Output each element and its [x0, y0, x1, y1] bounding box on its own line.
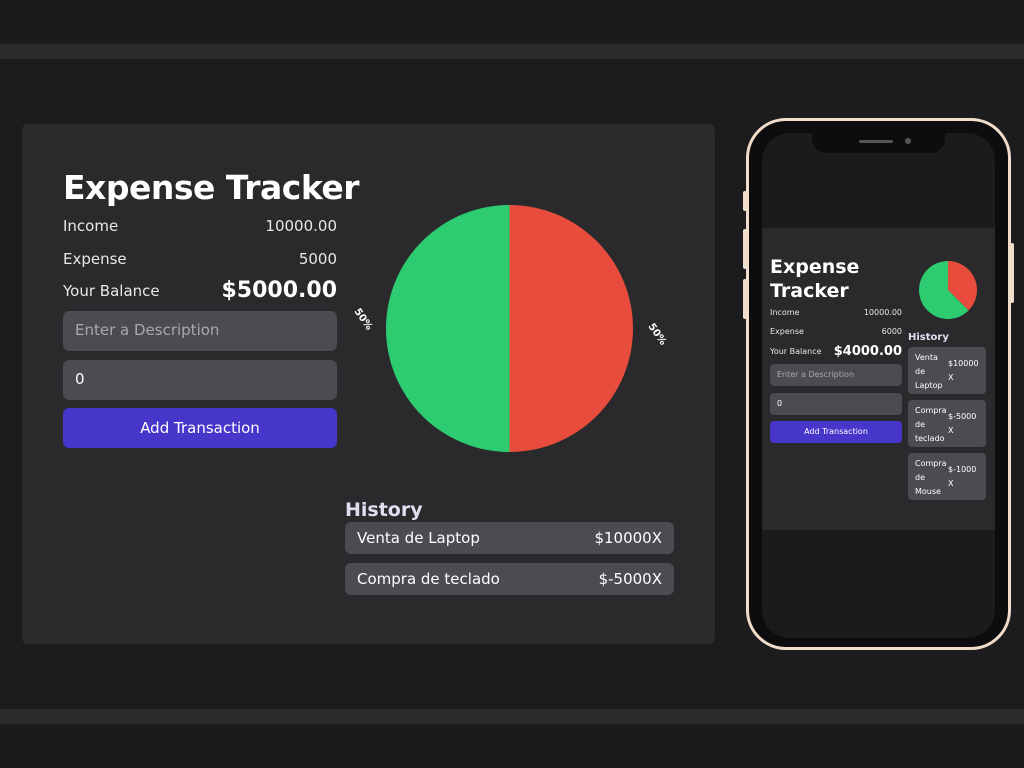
history-item-description: Venta de Laptop [357, 529, 480, 547]
mobile-balance-label: Your Balance [770, 347, 822, 356]
mobile-history-item-description: Compra de teclado [915, 406, 947, 443]
mobile-app-title: Expense Tracker [770, 256, 860, 302]
income-label: Income [63, 217, 119, 235]
phone-volume-up-button [743, 229, 747, 269]
balance-label: Your Balance [63, 282, 160, 300]
mobile-expense-row: Expense 6000 [770, 327, 902, 339]
history-item-amount[interactable]: $-5000X [599, 570, 662, 588]
mobile-amount-input[interactable]: 0 [770, 393, 902, 415]
mobile-income-label: Income [770, 308, 800, 317]
pie-slice-income [386, 205, 510, 452]
expense-row: Expense 5000 [63, 250, 337, 272]
amount-input[interactable]: 0 [63, 360, 337, 400]
bottom-band [0, 724, 1024, 768]
mobile-history-item-amount[interactable]: $-5000 X [948, 410, 984, 438]
pie-right-percent: 50% [645, 321, 669, 348]
camera-icon [905, 138, 911, 144]
phone-mute-button [743, 191, 747, 211]
mobile-description-input[interactable]: Enter a Description [770, 364, 902, 386]
expense-label: Expense [63, 250, 127, 268]
speaker-icon [859, 140, 893, 143]
history-item-amount[interactable]: $10000X [594, 529, 662, 547]
history-item-description: Compra de teclado [357, 570, 500, 588]
mobile-app-card: Expense Tracker Income 10000.00 Expense … [762, 228, 995, 530]
income-expense-pie-chart [386, 205, 633, 452]
mobile-history-item-description: Venta de Laptop [915, 353, 943, 390]
mobile-income-expense-pie-chart [919, 261, 977, 319]
mobile-add-transaction-button[interactable]: Add Transaction [770, 421, 902, 443]
phone-screen: Expense Tracker Income 10000.00 Expense … [762, 133, 995, 638]
phone-volume-down-button [743, 279, 747, 319]
income-row: Income 10000.00 [63, 217, 337, 239]
mobile-history-title: History [908, 332, 949, 343]
mobile-history-item-amount[interactable]: $-1000 X [948, 463, 984, 491]
pie-slice-expense [509, 205, 633, 452]
mobile-balance-value: $4000.00 [833, 344, 902, 359]
income-value: 10000.00 [265, 217, 337, 235]
mobile-history-item-amount[interactable]: $10000 X [948, 357, 984, 385]
mobile-history-item[interactable]: Compra de Mouse $-1000 X [908, 453, 986, 500]
mobile-history-item[interactable]: Compra de teclado $-5000 X [908, 400, 986, 447]
phone-notch [812, 133, 945, 153]
top-divider [0, 44, 1024, 59]
mobile-history-item[interactable]: Venta de Laptop $10000 X [908, 347, 986, 394]
desktop-app-card: Expense Tracker Income 10000.00 Expense … [22, 124, 715, 644]
description-input[interactable]: Enter a Description [63, 311, 337, 351]
add-transaction-button[interactable]: Add Transaction [63, 408, 337, 448]
mobile-income-row: Income 10000.00 [770, 308, 902, 320]
history-item[interactable]: Compra de teclado $-5000X [345, 563, 674, 595]
phone-mockup: Expense Tracker Income 10000.00 Expense … [743, 118, 1014, 650]
bottom-divider [0, 709, 1024, 724]
mobile-income-value: 10000.00 [863, 308, 902, 317]
balance-row: Your Balance $5000.00 [63, 278, 337, 304]
expense-value: 5000 [298, 250, 337, 268]
history-title: History [345, 499, 423, 521]
mobile-history-item-description: Compra de Mouse [915, 459, 947, 496]
mobile-expense-value: 6000 [881, 327, 902, 336]
balance-value: $5000.00 [221, 278, 337, 303]
mobile-balance-row: Your Balance $4000.00 [770, 344, 902, 359]
top-band [0, 0, 1024, 44]
pie-left-percent: 50% [351, 306, 375, 333]
history-item[interactable]: Venta de Laptop $10000X [345, 522, 674, 554]
mobile-expense-label: Expense [770, 327, 804, 336]
app-title: Expense Tracker [63, 168, 360, 207]
phone-power-button [1010, 243, 1014, 303]
